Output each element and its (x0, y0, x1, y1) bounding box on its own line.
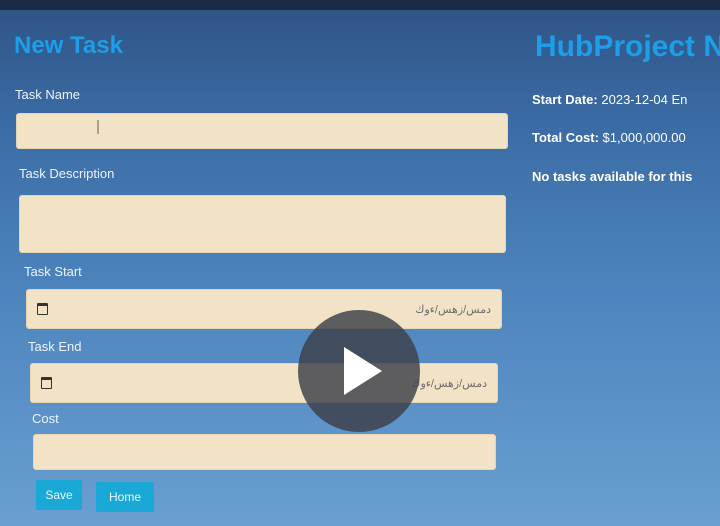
start-date-label: Start Date: (532, 92, 598, 107)
task-end-label: Task End (28, 339, 82, 354)
top-bar (0, 0, 720, 10)
total-cost-line: Total Cost: $1,000,000.00 (532, 130, 686, 145)
task-description-label: Task Description (19, 166, 115, 181)
task-start-label: Task Start (24, 264, 82, 279)
project-title: HubProject N (535, 30, 720, 63)
cost-input[interactable] (33, 434, 496, 470)
home-button[interactable]: Home (96, 482, 154, 512)
start-date-value: 2023-12-04 (601, 92, 668, 107)
calendar-icon[interactable] (37, 303, 48, 315)
save-button[interactable]: Save (36, 480, 82, 510)
end-date-label: En (671, 92, 688, 107)
date-placeholder: دمس/زهس/ءوك (415, 303, 491, 316)
task-description-textarea[interactable] (19, 195, 506, 253)
task-end-date-input[interactable]: دمس/زهس/ءوك (30, 363, 498, 403)
task-name-label: Task Name (15, 87, 81, 102)
no-tasks-message: No tasks available for this (532, 169, 693, 184)
task-start-date-input[interactable]: دمس/زهس/ءوك (26, 289, 502, 329)
start-date-line: Start Date: 2023-12-04 En (532, 92, 687, 107)
text-cursor (97, 120, 99, 134)
calendar-icon[interactable] (41, 377, 52, 389)
form-title: New Task (14, 32, 123, 59)
video-play-button[interactable] (298, 310, 420, 432)
total-cost-value: $1,000,000.00 (602, 130, 686, 145)
cost-label: Cost (32, 411, 59, 426)
task-name-input[interactable] (16, 113, 508, 149)
date-placeholder: دمس/زهس/ءوك (411, 377, 487, 390)
total-cost-label: Total Cost: (532, 130, 599, 145)
play-icon (344, 347, 382, 395)
